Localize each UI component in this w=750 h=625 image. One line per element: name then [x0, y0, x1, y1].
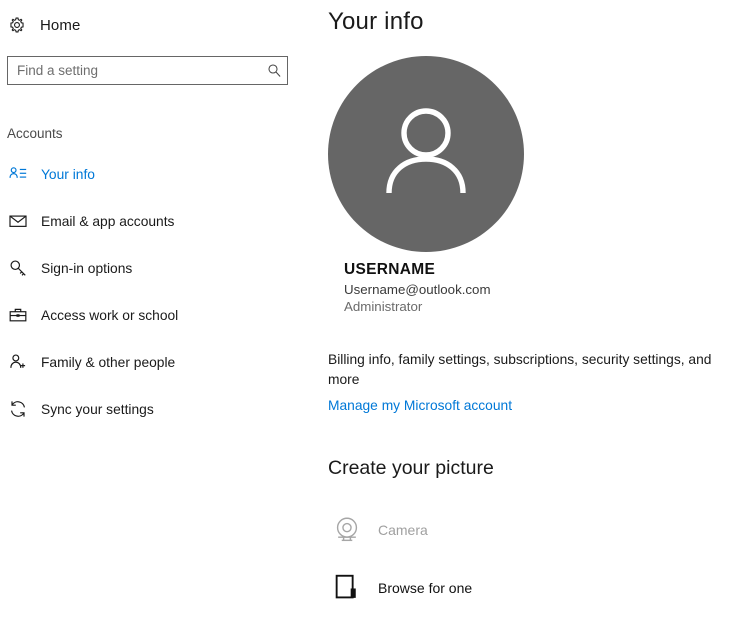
search-input[interactable] [8, 57, 261, 84]
sidebar: Home Accounts [0, 0, 300, 625]
account-identity: USERNAME Username@outlook.com Administra… [344, 260, 744, 315]
sidebar-section-label: Accounts [7, 126, 63, 141]
person-add-icon [7, 351, 29, 373]
billing-description: Billing info, family settings, subscript… [328, 352, 712, 387]
sidebar-item-label: Email & app accounts [41, 213, 175, 229]
account-name: USERNAME [344, 261, 436, 278]
sidebar-item-label: Sign-in options [41, 260, 133, 276]
account-role: Administrator [344, 299, 423, 314]
key-icon [7, 257, 29, 279]
camera-label: Camera [378, 522, 428, 538]
account-email: Username@outlook.com [344, 282, 491, 297]
briefcase-icon [7, 304, 29, 326]
webcam-icon [328, 511, 366, 549]
page-title: Your info [328, 8, 424, 35]
sidebar-item-label: Sync your settings [41, 401, 154, 417]
settings-window: Home Accounts [0, 0, 750, 625]
sidebar-item-family-other-people[interactable]: Family & other people [0, 347, 300, 377]
gear-icon [7, 15, 27, 35]
avatar[interactable] [328, 56, 524, 252]
sidebar-item-your-info[interactable]: Your info [0, 159, 300, 189]
manage-microsoft-account-link[interactable]: Manage my Microsoft account [328, 398, 512, 413]
sidebar-item-sign-in-options[interactable]: Sign-in options [0, 253, 300, 283]
main-content: Your info USERNAME Username@outlook.com … [300, 0, 750, 625]
sidebar-item-label: Access work or school [41, 307, 179, 323]
browse-label: Browse for one [378, 580, 473, 596]
envelope-icon [7, 210, 29, 232]
sidebar-nav-list: Your info Email & app accounts Sign-in o… [0, 159, 300, 441]
sync-icon [7, 398, 29, 420]
sidebar-item-email-app-accounts[interactable]: Email & app accounts [0, 206, 300, 236]
home-label: Home [40, 16, 81, 34]
create-picture-heading: Create your picture [328, 457, 494, 479]
home-button[interactable]: Home [7, 12, 80, 38]
sidebar-item-label: Your info [41, 166, 95, 182]
picture-icon [328, 569, 366, 607]
contact-card-icon [7, 163, 29, 185]
camera-option: Camera [328, 508, 428, 552]
search-box[interactable] [7, 56, 288, 85]
browse-for-one-option[interactable]: Browse for one [328, 566, 472, 610]
sidebar-item-sync-your-settings[interactable]: Sync your settings [0, 394, 300, 424]
search-icon[interactable] [261, 57, 287, 84]
sidebar-item-label: Family & other people [41, 354, 176, 370]
sidebar-item-access-work-or-school[interactable]: Access work or school [0, 300, 300, 330]
person-avatar-icon [366, 92, 486, 217]
